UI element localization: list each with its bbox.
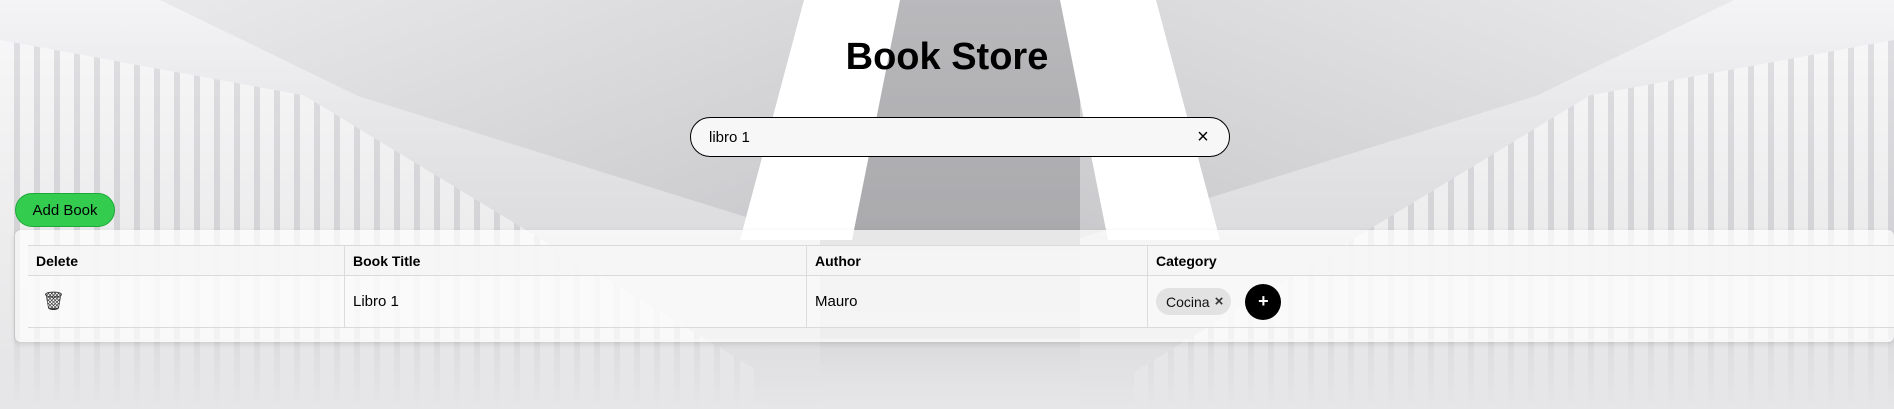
- header-book-title: Book Title: [345, 246, 807, 275]
- table-row: 🗑 Libro 1 Mauro Cocina × +: [28, 276, 1894, 328]
- delete-cell: 🗑: [28, 276, 345, 327]
- category-chip-label: Cocina: [1166, 293, 1210, 310]
- add-category-button[interactable]: +: [1245, 283, 1282, 320]
- header-delete: Delete: [28, 246, 345, 275]
- books-table: Delete Book Title Author Category 🗑 Libr…: [28, 245, 1894, 328]
- add-book-button[interactable]: Add Book: [15, 193, 115, 227]
- table-header-row: Delete Book Title Author Category: [28, 245, 1894, 276]
- search-bar: ×: [690, 117, 1230, 157]
- page-title: Book Store: [845, 36, 1049, 78]
- books-table-container: Delete Book Title Author Category 🗑 Libr…: [15, 230, 1894, 342]
- category-chip: Cocina ×: [1156, 288, 1232, 315]
- header-category: Category: [1156, 252, 1217, 269]
- search-input[interactable]: [709, 128, 1193, 146]
- category-cell: Cocina × +: [1148, 276, 1894, 327]
- author-cell: Mauro: [807, 276, 1148, 327]
- trash-icon[interactable]: 🗑: [36, 291, 65, 312]
- remove-category-icon[interactable]: ×: [1215, 293, 1224, 310]
- header-author: Author: [807, 246, 1148, 275]
- clear-icon[interactable]: ×: [1193, 126, 1213, 148]
- book-title-cell: Libro 1: [345, 276, 807, 327]
